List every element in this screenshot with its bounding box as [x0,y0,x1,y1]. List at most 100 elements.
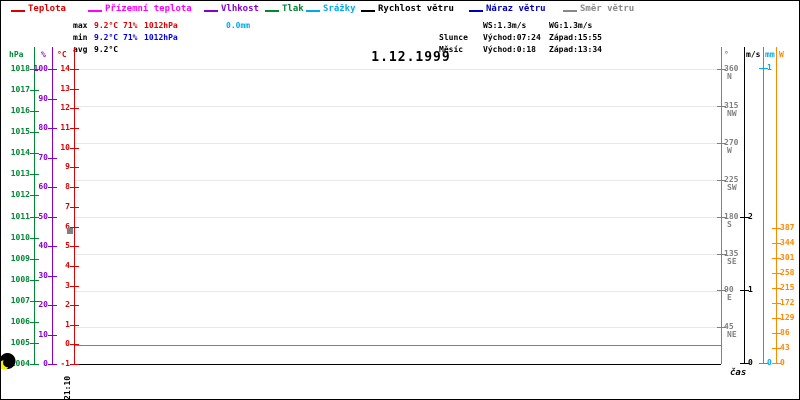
axis-tick-label: 258 [780,268,795,277]
axis-tick-label: 1012 [10,190,30,199]
gridline [74,180,721,181]
wind-direction-label: SE [727,257,737,266]
gridline [74,254,721,255]
axis-tick-label: -1 [60,359,70,368]
axis-tick-label: 0 [780,358,785,367]
axis-tick [70,167,79,168]
gridline [74,327,721,328]
radiation-axis-line [776,47,777,364]
legend-item-label: Směr větru [580,4,635,14]
axis-tick-label: 10 [60,143,70,152]
axis-tick [30,343,39,344]
temperature-axis-unit-label: °C [57,50,67,59]
axis-tick-label: 1005 [10,338,30,347]
axis-tick-label: 1016 [10,106,30,115]
axis-tick [30,90,39,91]
axis-tick-label: 0 [748,358,753,367]
wind-direction-label: NW [727,109,737,118]
axis-tick [30,132,39,133]
legend-item-label: Tlak [282,4,304,14]
wind-direction-label: W [727,146,732,155]
legend-color-dash [306,10,320,12]
axis-tick-label: 1 [767,63,772,72]
axis-tick-label: 215 [780,283,795,292]
axis-tick [70,266,79,267]
axis-tick-label: 11 [60,123,70,132]
stat-value: 1012hPa [144,33,178,42]
legend-item-label: Vlhkost [221,4,259,14]
wind-direction-label: N [727,72,732,81]
chart-title: 1.12.1999 [371,50,451,65]
axis-tick-label: 43 [780,343,790,352]
legend-item-label: Přízemní teplota [105,4,192,14]
humidity-axis-unit-label: % [41,50,46,59]
pressure-axis-unit-label: hPa [9,50,24,59]
wind-info-row: WS:1.3m/s WG:1.3m/s [439,21,592,30]
axis-tick [30,238,39,239]
legend-color-dash [265,10,279,12]
axis-tick [70,344,79,345]
axis-tick [70,128,79,129]
axis-tick-label: 387 [780,223,795,232]
axis-tick-label: 0 [65,339,70,348]
axis-tick [30,259,39,260]
legend-color-dash [11,10,25,12]
axis-tick-label: 7 [65,202,70,211]
axis-tick [70,187,79,188]
moon-phase-icon [1,353,16,370]
time-tick-label: 21:10 [63,375,72,400]
axis-tick-label: 50 [38,212,48,221]
legend-color-dash [204,10,218,12]
stat-value: 1012hPa [144,21,178,30]
gridline [74,291,721,292]
weather-chart: Teplota Přízemní teplota Vlhkost Tlak Srážky… [0,0,800,400]
axis-tick [30,174,39,175]
sun-info-row: Slunce Východ:07:24 Západ:15:55 [439,33,602,42]
axis-tick-label: 70 [38,153,48,162]
axis-tick-label: 86 [780,328,790,337]
axis-tick [48,217,57,218]
gridline [74,106,721,107]
axis-tick-label: 13 [60,84,70,93]
axis-tick-label: 1010 [10,233,30,242]
axis-tick [70,108,79,109]
axis-tick-label: 5 [65,241,70,250]
axis-tick [70,286,79,287]
sunrise-value: Východ:07:24 [483,33,541,42]
axis-tick-label: 14 [60,64,70,73]
axis-tick [30,280,39,281]
axis-tick [70,148,79,149]
stat-value: 0.0mm [226,21,251,30]
legend-item-label: Náraz větru [486,4,546,14]
wind-speed-axis-line [744,47,745,364]
stat-value: 9.2°C [94,21,119,30]
axis-tick [30,111,39,112]
gridline [74,217,721,218]
axis-tick-label: 3 [65,281,70,290]
wind-direction-data-point [67,228,73,234]
axis-tick [48,99,57,100]
legend-item-label: Teplota [28,4,66,14]
wind-direction-label: S [727,220,732,229]
axis-tick [70,305,79,306]
axis-tick [48,158,57,159]
xaxis-caption: čas [730,368,747,378]
axis-tick-label: 4 [65,261,70,270]
rain-axis-line [763,47,764,364]
stat-row-label-avg: avg [73,45,88,54]
axis-tick-label: 8 [65,182,70,191]
legend-color-dash [88,10,102,12]
wind-direction-axis-unit-label: ° [724,50,729,59]
gridline [74,143,721,144]
axis-tick [70,246,79,247]
rain-axis-unit-label: mm [765,50,775,59]
stat-value: 9.2°C [94,33,119,42]
stat-value: 71% [123,33,138,42]
legend-color-dash [361,10,375,12]
stat-row-label-max: max [73,21,88,30]
axis-tick-label: 2 [748,212,753,221]
gridline [74,69,721,70]
axis-tick-label: 301 [780,253,795,262]
wind-direction-label: NE [727,330,737,339]
temperature-axis-line [74,47,75,364]
